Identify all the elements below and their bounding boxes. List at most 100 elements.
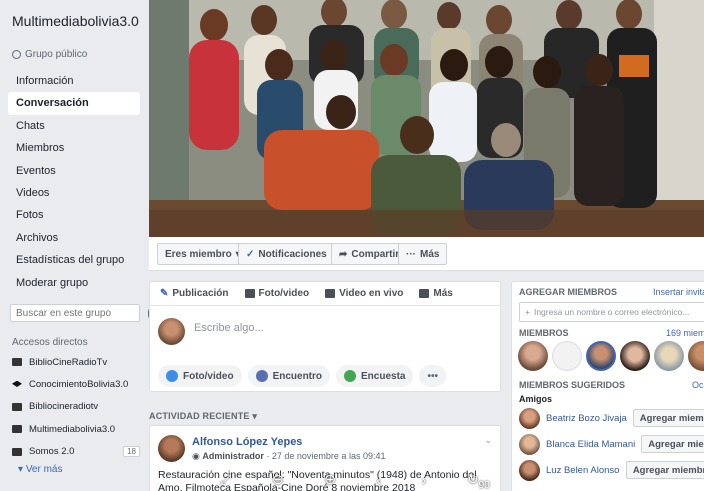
suggested-friend: Blanca Elida Mamani Agregar miembro bbox=[519, 433, 704, 455]
group-title[interactable]: Multimediabolivia3.0 bbox=[12, 12, 142, 30]
share-button[interactable]: ➦ Compartir bbox=[331, 243, 408, 265]
tab-post-label: Publicación bbox=[172, 288, 229, 299]
event-button-label: Encuentro bbox=[272, 370, 323, 382]
member-avatar[interactable] bbox=[518, 341, 548, 371]
friend-avatar[interactable] bbox=[519, 459, 540, 481]
add-member-placeholder: Ingresa un nombre o correo electrónico..… bbox=[533, 307, 690, 317]
sidebar-item-0[interactable]: Información bbox=[8, 70, 140, 92]
composer-tabs: ✎ Publicación Foto/video Video en vivo Má… bbox=[150, 282, 500, 306]
photo-video-button[interactable]: Foto/video bbox=[158, 365, 242, 387]
shortcut-item[interactable]: Multimediabolivia3.0 bbox=[12, 418, 140, 440]
sidebar-item-3[interactable]: Miembros bbox=[8, 137, 140, 159]
more-dots-icon: ··· bbox=[406, 248, 416, 260]
sidebar-item-6[interactable]: Fotos bbox=[8, 204, 140, 226]
member-avatar[interactable] bbox=[586, 341, 616, 371]
post-author-avatar[interactable] bbox=[158, 435, 185, 462]
more-button[interactable]: ··· Más bbox=[398, 243, 448, 265]
previous-icon[interactable]: ‹ bbox=[376, 472, 381, 488]
suggested-friend: Luz Belen Alonso Agregar miembro bbox=[519, 459, 704, 481]
member-avatar[interactable] bbox=[654, 341, 684, 371]
more-options-button[interactable]: ••• bbox=[419, 365, 446, 387]
tab-post[interactable]: ✎ Publicación bbox=[160, 288, 229, 299]
invite-link[interactable]: Insertar invitación bbox=[653, 287, 704, 297]
group-search[interactable] bbox=[10, 304, 150, 322]
friend-name[interactable]: Beatriz Bozo Jivaja bbox=[546, 413, 627, 424]
more-icon bbox=[419, 289, 430, 298]
add-member-button[interactable]: Agregar miembro bbox=[632, 409, 704, 427]
see-more-label: Ver más bbox=[25, 464, 63, 475]
sidebar-item-1[interactable]: Conversación bbox=[8, 92, 140, 115]
sidebar-item-8[interactable]: Estadísticas del grupo bbox=[8, 249, 140, 271]
zoom-out-icon[interactable]: ⊖ bbox=[272, 471, 284, 488]
shortcut-label: BiblioCineRadioTv bbox=[29, 356, 108, 368]
rotate-icon[interactable]: ↻90 bbox=[467, 471, 490, 491]
pencil-icon: ✎ bbox=[160, 288, 169, 299]
sidebar-item-4[interactable]: Eventos bbox=[8, 160, 140, 182]
post-composer: ✎ Publicación Foto/video Video en vivo Má… bbox=[149, 281, 501, 392]
poll-button[interactable]: Encuesta bbox=[336, 365, 414, 387]
post-date[interactable]: 27 de noviembre a las 09:41 bbox=[272, 451, 386, 461]
friend-avatar[interactable] bbox=[519, 433, 540, 455]
chevron-down-icon[interactable]: ⌄ bbox=[484, 435, 492, 446]
next-icon[interactable]: › bbox=[422, 472, 427, 488]
shortcut-item[interactable]: Bibliocineradiotv bbox=[12, 396, 140, 418]
group-search-input[interactable] bbox=[16, 307, 148, 319]
tab-more[interactable]: Más bbox=[419, 288, 453, 299]
add-member-button[interactable]: Agregar miembro bbox=[641, 435, 704, 453]
group-photo-image bbox=[149, 0, 704, 237]
composer-input[interactable]: Escribe algo... bbox=[194, 322, 264, 334]
tab-photo-video[interactable]: Foto/video bbox=[244, 288, 309, 299]
sidebar-item-9[interactable]: Moderar grupo bbox=[8, 272, 140, 294]
admin-badge-icon: ◉ bbox=[192, 451, 200, 461]
add-member-button[interactable]: Agregar miembro bbox=[625, 461, 704, 479]
notification-count-badge: 18 bbox=[123, 446, 140, 458]
photo-icon bbox=[166, 370, 178, 382]
add-members-title: AGREGAR MIEMBROS bbox=[519, 287, 618, 297]
globe-icon bbox=[12, 50, 21, 59]
group-icon bbox=[12, 447, 22, 456]
more-options-label: ••• bbox=[427, 370, 438, 382]
post-author-name[interactable]: Alfonso López Yepes bbox=[192, 436, 302, 448]
member-avatar[interactable] bbox=[620, 341, 650, 371]
photo-icon bbox=[244, 289, 255, 298]
sidebar-item-5[interactable]: Videos bbox=[8, 182, 140, 204]
tab-live-video[interactable]: Video en vivo bbox=[325, 288, 403, 299]
friend-avatar[interactable] bbox=[519, 407, 540, 429]
member-avatar[interactable] bbox=[552, 341, 582, 371]
share-arrow-icon: ➦ bbox=[339, 248, 348, 260]
film-icon bbox=[12, 425, 22, 434]
shortcut-item[interactable]: Somos 2.0 18 bbox=[12, 441, 140, 463]
event-button[interactable]: Encuentro bbox=[247, 365, 331, 387]
friend-name[interactable]: Luz Belen Alonso bbox=[546, 465, 620, 476]
group-action-bar: Eres miembro ▾ ✓ Notificaciones ➦ Compar… bbox=[149, 237, 704, 271]
add-member-input[interactable]: + Ingresa un nombre o correo electrónico… bbox=[519, 302, 704, 322]
photo-video-button-label: Foto/video bbox=[183, 370, 234, 382]
graduation-cap-icon bbox=[12, 380, 22, 387]
friends-label: Amigos bbox=[519, 394, 553, 404]
friend-name[interactable]: Blanca Elida Mamani bbox=[546, 439, 635, 450]
members-count-link[interactable]: 169 miembros bbox=[666, 328, 704, 338]
member-status-label: Eres miembro bbox=[165, 248, 232, 260]
image-viewer-toolbar: ⤢ ⊖ ⊕ ‹ › ↻90 bbox=[200, 468, 510, 491]
fullscreen-icon[interactable]: ⤢ bbox=[220, 471, 231, 488]
recent-activity-heading[interactable]: ACTIVIDAD RECIENTE ▾ bbox=[149, 411, 257, 422]
shortcut-item[interactable]: ConocimientoBolivia3.0 bbox=[12, 373, 140, 395]
check-icon: ✓ bbox=[246, 248, 255, 260]
post-role: Administrador bbox=[202, 451, 264, 461]
sidebar-item-7[interactable]: Archivos bbox=[8, 227, 140, 249]
see-more-link[interactable]: ▾ Ver más bbox=[18, 464, 63, 475]
zoom-in-icon[interactable]: ⊕ bbox=[324, 471, 336, 488]
caret-down-icon: ▾ bbox=[252, 411, 258, 421]
hide-suggestions-link[interactable]: Ocultar bbox=[692, 380, 704, 390]
cover-photo[interactable] bbox=[149, 0, 704, 237]
member-avatar[interactable] bbox=[688, 341, 704, 371]
tab-more-label: Más bbox=[433, 288, 453, 299]
shortcut-item[interactable]: BiblioCineRadioTv bbox=[12, 351, 140, 373]
poll-button-label: Encuesta bbox=[361, 370, 406, 382]
suggested-friend: Beatriz Bozo Jivaja Agregar miembro bbox=[519, 407, 704, 429]
member-status-button[interactable]: Eres miembro ▾ bbox=[157, 243, 249, 265]
sidebar-item-2[interactable]: Chats bbox=[8, 115, 140, 137]
shortcuts-list: BiblioCineRadioTv ConocimientoBolivia3.0 B… bbox=[12, 351, 140, 463]
tab-live-video-label: Video en vivo bbox=[339, 288, 404, 299]
notifications-button[interactable]: ✓ Notificaciones bbox=[238, 243, 335, 265]
